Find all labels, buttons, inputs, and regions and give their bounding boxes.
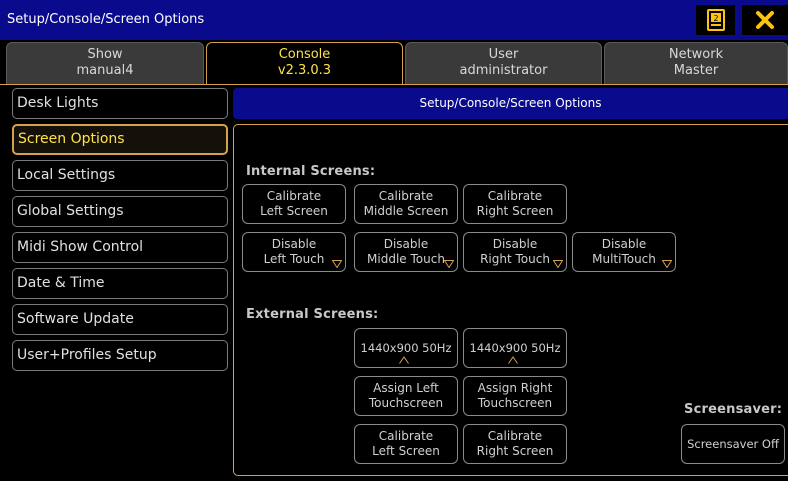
dropdown-triangle-icon [444, 260, 454, 268]
button-line1: Assign Left [373, 381, 439, 395]
button-line2: Touchscreen [368, 396, 444, 410]
calibrate-external-right-screen-button[interactable]: Calibrate Right Screen [463, 424, 567, 464]
button-line2: Left Screen [260, 204, 328, 218]
button-line1: Disable [601, 237, 647, 251]
tab-bar: Show manual4 Console v2.3.0.3 User admin… [0, 40, 788, 85]
button-line2: Left Screen [372, 444, 440, 458]
menu-item-date-time[interactable]: Date & Time [12, 268, 228, 299]
menu-item-midi-show-control[interactable]: Midi Show Control [12, 232, 228, 263]
button-line2: Left Touch [263, 252, 325, 266]
menu-item-desk-lights[interactable]: Desk Lights [12, 88, 228, 119]
close-x-icon [756, 11, 774, 29]
disable-right-touch-button[interactable]: Disable Right Touch [463, 232, 567, 272]
popup-arrow-icon [508, 356, 518, 364]
assign-right-touchscreen-button[interactable]: Assign Right Touchscreen [463, 376, 567, 416]
tab-user[interactable]: User administrator [405, 42, 602, 84]
button-line1: Assign Right [477, 381, 553, 395]
tab-label: Show [87, 47, 123, 62]
screensaver-label: Screensaver: [684, 402, 783, 417]
numbered-window-button[interactable]: 2 [696, 5, 735, 35]
tab-label: User [488, 47, 519, 62]
dropdown-triangle-icon [662, 260, 672, 268]
calibrate-middle-screen-button[interactable]: Calibrate Middle Screen [354, 184, 458, 224]
disable-middle-touch-button[interactable]: Disable Middle Touch [354, 232, 458, 272]
button-line1: Calibrate [487, 189, 543, 203]
tab-value: v2.3.0.3 [277, 63, 332, 78]
calibrate-right-screen-button[interactable]: Calibrate Right Screen [463, 184, 567, 224]
menu-item-user-profiles-setup[interactable]: User+Profiles Setup [12, 340, 228, 371]
assign-left-touchscreen-button[interactable]: Assign Left Touchscreen [354, 376, 458, 416]
tab-label: Console [278, 47, 331, 62]
close-button[interactable] [742, 5, 788, 35]
screensaver-value: Screensaver Off [687, 436, 779, 451]
panel-header: Setup/Console/Screen Options [233, 88, 788, 119]
popup-arrow-icon [399, 356, 409, 364]
right-resolution-select[interactable]: 1440x900 50Hz [463, 328, 567, 368]
button-line1: Calibrate [487, 429, 543, 443]
calibrate-left-screen-button[interactable]: Calibrate Left Screen [242, 184, 346, 224]
left-resolution-select[interactable]: 1440x900 50Hz [354, 328, 458, 368]
dropdown-triangle-icon [332, 260, 342, 268]
tab-show[interactable]: Show manual4 [6, 42, 204, 84]
tab-label: Network [668, 47, 724, 62]
internal-screens-label: Internal Screens: [246, 164, 376, 179]
button-line2: Middle Touch [367, 252, 445, 266]
menu-item-software-update[interactable]: Software Update [12, 304, 228, 335]
tab-value: Master [673, 63, 719, 78]
calibrate-external-left-screen-button[interactable]: Calibrate Left Screen [354, 424, 458, 464]
button-line2: Touchscreen [477, 396, 553, 410]
title-bar: Setup/Console/Screen Options 2 [0, 0, 788, 40]
tab-network[interactable]: Network Master [604, 42, 788, 84]
button-line2: Middle Screen [363, 204, 449, 218]
menu-item-screen-options[interactable]: Screen Options [12, 124, 228, 155]
tab-divider [0, 84, 788, 85]
tab-console[interactable]: Console v2.3.0.3 [206, 42, 403, 84]
button-line2: Right Screen [476, 204, 554, 218]
tab-value: manual4 [76, 63, 134, 78]
button-line1: Calibrate [378, 189, 434, 203]
button-line1: Disable [271, 237, 317, 251]
button-line1: Calibrate [378, 429, 434, 443]
resolution-value: 1440x900 50Hz [469, 340, 561, 355]
button-line1: Disable [383, 237, 429, 251]
button-line1: Calibrate [266, 189, 322, 203]
menu-item-global-settings[interactable]: Global Settings [12, 196, 228, 227]
external-screens-label: External Screens: [246, 307, 379, 322]
disable-multitouch-button[interactable]: Disable MultiTouch [572, 232, 676, 272]
dropdown-triangle-icon [553, 260, 563, 268]
svg-text:2: 2 [713, 14, 718, 23]
button-line2: MultiTouch [592, 252, 656, 266]
button-line1: Disable [492, 237, 538, 251]
tab-value: administrator [459, 63, 548, 78]
numbered-window-icon: 2 [706, 9, 725, 31]
resolution-value: 1440x900 50Hz [360, 340, 452, 355]
disable-left-touch-button[interactable]: Disable Left Touch [242, 232, 346, 272]
button-line2: Right Screen [476, 444, 554, 458]
button-line2: Right Touch [480, 252, 550, 266]
screensaver-button[interactable]: Screensaver Off [681, 424, 785, 464]
menu-item-local-settings[interactable]: Local Settings [12, 160, 228, 191]
window-title: Setup/Console/Screen Options [7, 12, 205, 27]
screen-options-panel: Internal Screens: Calibrate Left Screen … [233, 124, 788, 476]
